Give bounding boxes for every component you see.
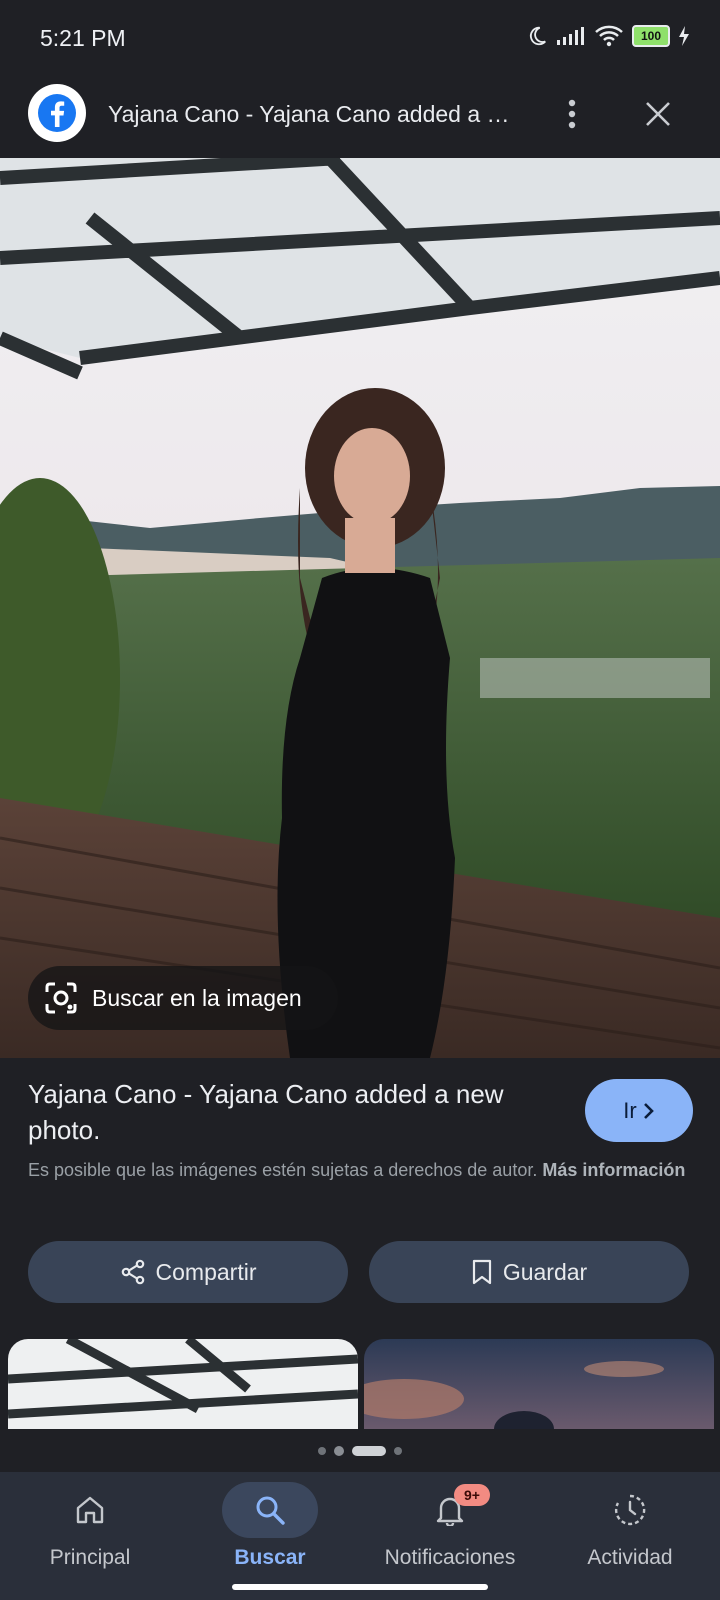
source-title[interactable]: Yajana Cano - Yajana Cano added a new ph… xyxy=(108,101,518,128)
copyright-notice: Es posible que las imágenes estén sujeta… xyxy=(28,1156,688,1184)
search-icon xyxy=(256,1496,285,1525)
moon-icon xyxy=(529,26,546,46)
home-icon xyxy=(76,1496,104,1524)
nav-label: Actividad xyxy=(587,1546,673,1569)
nav-label: Principal xyxy=(49,1546,131,1569)
more-info-link[interactable]: Más información xyxy=(542,1160,685,1180)
nav-item-buscar[interactable]: Buscar xyxy=(180,1472,360,1600)
activity-icon xyxy=(614,1494,646,1526)
signal-icon xyxy=(557,27,584,45)
home-indicator[interactable] xyxy=(232,1584,488,1590)
visit-button[interactable]: Ir xyxy=(585,1079,693,1142)
visit-button-label: Ir xyxy=(623,1097,637,1123)
google-lens-icon xyxy=(45,982,77,1014)
search-in-image-button[interactable]: Buscar en la imagen xyxy=(28,966,338,1030)
source-header: Yajana Cano - Yajana Cano added a new ph… xyxy=(0,78,720,158)
nav-icon-container: 9+ xyxy=(402,1482,498,1538)
copyright-text: Es posible que las imágenes estén sujeta… xyxy=(28,1160,538,1180)
close-button[interactable] xyxy=(636,92,680,136)
more-options-button[interactable] xyxy=(552,92,592,136)
photo-illustration xyxy=(0,158,720,1058)
page-dot-active xyxy=(352,1446,386,1456)
status-icons: 100 xyxy=(526,24,690,48)
share-button[interactable]: Compartir xyxy=(28,1241,348,1303)
battery-indicator: 100 xyxy=(632,25,670,47)
nav-label: Buscar xyxy=(234,1546,306,1569)
nav-item-notificaciones[interactable]: 9+ Notificaciones xyxy=(360,1472,540,1600)
page-dot xyxy=(318,1447,326,1455)
share-label: Compartir xyxy=(155,1258,257,1285)
related-image-thumbnail[interactable] xyxy=(8,1339,358,1429)
save-button[interactable]: Guardar xyxy=(369,1241,689,1303)
wifi-icon xyxy=(595,25,623,47)
charging-icon xyxy=(679,26,689,46)
save-label: Guardar xyxy=(502,1258,588,1285)
facebook-logo-icon[interactable] xyxy=(28,84,86,142)
chevron-right-icon xyxy=(643,1102,654,1119)
nav-label: Notificaciones xyxy=(384,1546,516,1569)
bookmark-icon xyxy=(472,1259,491,1285)
page-dot xyxy=(394,1447,402,1455)
page-dot xyxy=(334,1446,344,1456)
image-title: Yajana Cano - Yajana Cano added a new ph… xyxy=(28,1079,504,1145)
thumbnail-illustration xyxy=(364,1339,714,1429)
thumbnail-illustration xyxy=(8,1339,358,1429)
nav-icon-container xyxy=(582,1482,678,1538)
related-image-thumbnail[interactable] xyxy=(364,1339,714,1429)
status-time: 5:21 PM xyxy=(40,25,126,51)
nav-item-principal[interactable]: Principal xyxy=(0,1472,180,1600)
more-vert-icon xyxy=(568,99,576,129)
main-image[interactable]: Buscar en la imagen xyxy=(0,158,720,1058)
notification-badge: 9+ xyxy=(454,1484,490,1506)
status-bar: 5:21 PM 100 xyxy=(0,0,720,78)
nav-icon-container xyxy=(222,1482,318,1538)
nav-item-actividad[interactable]: Actividad xyxy=(540,1472,720,1600)
close-icon xyxy=(646,102,670,126)
share-icon xyxy=(121,1259,144,1285)
nav-icon-container xyxy=(42,1482,138,1538)
bottom-navigation: Principal Buscar 9+ Notificaciones Activ… xyxy=(0,1472,720,1600)
page-indicator xyxy=(0,1446,720,1456)
search-in-image-label: Buscar en la imagen xyxy=(92,984,302,1011)
